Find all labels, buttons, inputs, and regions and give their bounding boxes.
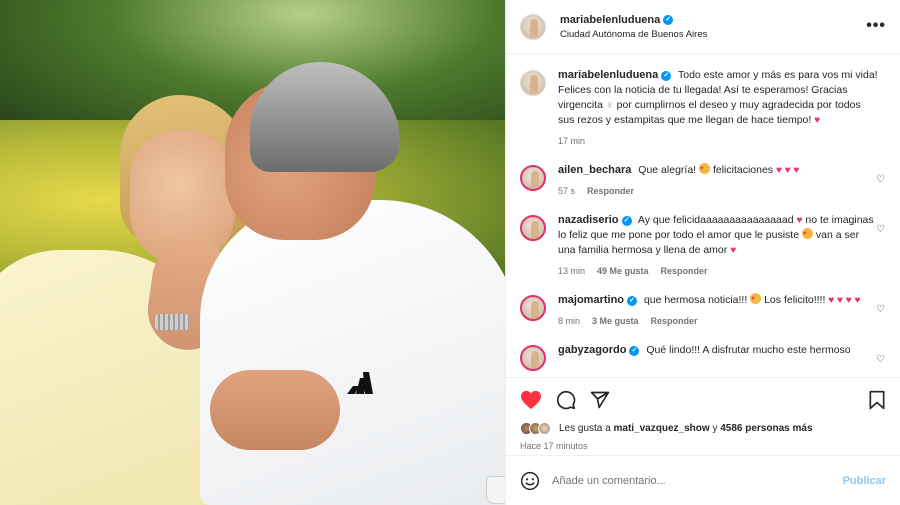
verified-icon: ✓ bbox=[663, 14, 674, 25]
verified-icon: ✓ bbox=[629, 345, 640, 356]
hearts-emoji-icon: ♥ ♥ ♥ ♥ bbox=[828, 295, 861, 306]
likes-connector: y bbox=[712, 423, 718, 434]
reply-button[interactable]: Responder bbox=[651, 314, 698, 329]
likes-count[interactable]: 4586 personas más bbox=[720, 423, 812, 434]
post-header: mariabelenluduena ✓ Ciudad Autónoma de B… bbox=[506, 0, 900, 54]
comment-author[interactable]: majomartino ✓ bbox=[558, 293, 638, 308]
photo-cup bbox=[486, 476, 505, 504]
comment-like-icon[interactable]: ♡ bbox=[876, 175, 886, 185]
share-icon[interactable] bbox=[590, 390, 610, 410]
bookmark-icon[interactable] bbox=[868, 390, 886, 410]
praying-emoji-icon: ♀ bbox=[605, 99, 614, 111]
caption-avatar[interactable] bbox=[520, 70, 546, 96]
photo-man-hands bbox=[210, 370, 340, 450]
comment-likes[interactable]: 49 Me gusta bbox=[597, 264, 649, 279]
caption-author[interactable]: mariabelenluduena ✓ bbox=[558, 68, 672, 83]
comment-avatar[interactable] bbox=[520, 295, 546, 321]
author-username[interactable]: mariabelenluduena ✓ bbox=[560, 14, 707, 26]
comment-text-after: Los felicito!!!! bbox=[764, 294, 826, 306]
post-time: Hace 17 minutos bbox=[520, 441, 588, 451]
comment-text: Que alegría! bbox=[638, 164, 697, 176]
heart-emoji-icon: ♥ bbox=[730, 245, 737, 256]
comment-author-text[interactable]: gabyzagordo bbox=[558, 343, 626, 358]
caption-author-text[interactable]: mariabelenluduena bbox=[558, 68, 658, 83]
comment-author-text[interactable]: majomartino bbox=[558, 293, 624, 308]
caption: mariabelenluduena ✓ Todo este amor y más… bbox=[520, 68, 886, 149]
comment-icon[interactable] bbox=[556, 390, 576, 410]
publish-button[interactable]: Publicar bbox=[843, 475, 886, 487]
heart-eyes-emoji-icon bbox=[750, 292, 762, 307]
comment-like-icon[interactable]: ♡ bbox=[876, 305, 886, 315]
comment: ailen_bechara Que alegría! felicitacione… bbox=[520, 162, 886, 199]
caption-time: 17 min bbox=[558, 136, 586, 146]
comment-time: 57 s bbox=[558, 186, 576, 196]
shirt-logo-icon bbox=[347, 372, 373, 394]
comment-author[interactable]: gabyzagordo ✓ bbox=[558, 343, 640, 358]
comment-author-text[interactable]: nazadiserio bbox=[558, 213, 619, 228]
comments-list[interactable]: mariabelenluduena ✓ Todo este amor y más… bbox=[506, 54, 900, 377]
verified-icon: ✓ bbox=[621, 215, 632, 226]
more-options-icon[interactable]: ••• bbox=[866, 18, 886, 34]
likes-summary: Les gusta a mati_vazquez_show y 4586 per… bbox=[520, 422, 886, 435]
comment-text-after: felicitaciones bbox=[712, 164, 774, 176]
comment-composer: Publicar bbox=[506, 455, 900, 505]
comment-avatar[interactable] bbox=[520, 215, 546, 241]
reply-button[interactable]: Responder bbox=[661, 264, 708, 279]
comment-likes[interactable]: 3 Me gusta bbox=[592, 314, 639, 329]
comment: gabyzagordo ✓ Qué lindo!!! A disfrutar m… bbox=[520, 343, 886, 371]
comment-text: que hermosa noticia!!! bbox=[643, 294, 748, 306]
post-actions: Les gusta a mati_vazquez_show y 4586 per… bbox=[506, 377, 900, 451]
comment-input[interactable] bbox=[552, 474, 843, 487]
likes-prefix: Les gusta a bbox=[559, 423, 611, 434]
author-avatar[interactable] bbox=[520, 13, 546, 40]
comment-like-icon[interactable]: ♡ bbox=[876, 225, 886, 235]
comment-like-icon[interactable]: ♡ bbox=[876, 355, 886, 365]
liker-username[interactable]: mati_vazquez_show bbox=[614, 423, 710, 434]
post-photo[interactable] bbox=[0, 0, 505, 505]
liker-avatars bbox=[520, 422, 551, 435]
smile-icon[interactable] bbox=[520, 471, 540, 491]
instagram-post-view: mariabelenluduena ✓ Ciudad Autónoma de B… bbox=[0, 0, 900, 505]
hearts-emoji-icon: ♥ ♥ ♥ bbox=[775, 165, 800, 176]
heart-emoji-icon: ♥ bbox=[796, 215, 803, 226]
verified-icon: ✓ bbox=[661, 70, 672, 81]
comment-text: Ay que felicidaaaaaaaaaaaaaaad bbox=[637, 214, 794, 226]
post-location[interactable]: Ciudad Autónoma de Buenos Aires bbox=[560, 29, 707, 40]
comment-time: 8 min bbox=[558, 316, 581, 326]
liker-avatar bbox=[538, 422, 551, 435]
author-username-text[interactable]: mariabelenluduena bbox=[560, 14, 660, 26]
comment-time: 13 min bbox=[558, 266, 586, 276]
heart-eyes-emoji-icon bbox=[802, 227, 813, 242]
comment-avatar[interactable] bbox=[520, 345, 546, 371]
heart-filled-icon[interactable] bbox=[520, 390, 542, 410]
comment-author[interactable]: ailen_bechara bbox=[558, 163, 631, 178]
photo-watch bbox=[155, 314, 189, 330]
post-side-panel: mariabelenluduena ✓ Ciudad Autónoma de B… bbox=[505, 0, 900, 505]
reply-button[interactable]: Responder bbox=[587, 184, 634, 199]
comment-author[interactable]: nazadiserio ✓ bbox=[558, 213, 632, 228]
verified-icon: ✓ bbox=[627, 295, 638, 306]
comment: majomartino ✓ que hermosa noticia!!! Los… bbox=[520, 292, 886, 329]
likes-text: Les gusta a mati_vazquez_show y 4586 per… bbox=[559, 423, 813, 434]
photo-man-shirt bbox=[200, 200, 505, 505]
heart-emoji-icon: ♥ bbox=[814, 115, 821, 126]
heart-eyes-emoji-icon bbox=[699, 162, 711, 177]
comment-avatar[interactable] bbox=[520, 165, 546, 191]
comment-text: Qué lindo!!! A disfrutar mucho este herm… bbox=[646, 344, 851, 356]
comment: nazadiserio ✓ Ay que felicidaaaaaaaaaaaa… bbox=[520, 213, 886, 279]
